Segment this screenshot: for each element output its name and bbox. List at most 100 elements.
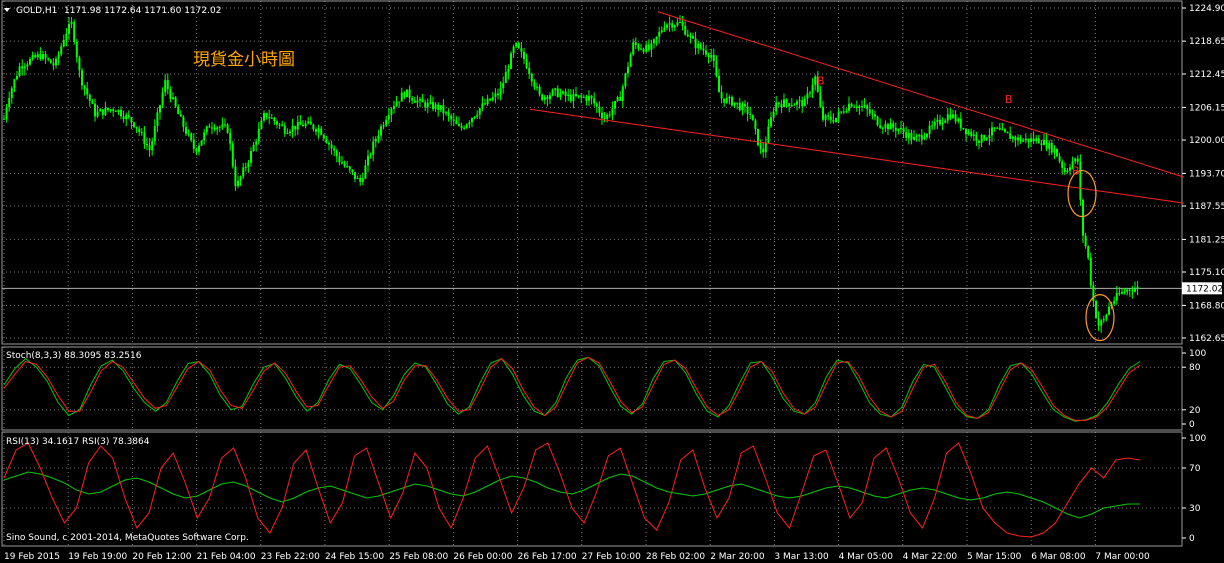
candle-body (965, 128, 967, 135)
candle-body (980, 134, 983, 143)
candle-body (458, 123, 460, 126)
candle-body (447, 112, 450, 116)
candle-body (692, 36, 694, 39)
chart-area[interactable]: B B B 19 Feb 2015 19 Feb 19:00 20 Feb 12:00 2… (0, 0, 1224, 563)
candle-body (107, 107, 109, 111)
candle-body (653, 39, 655, 44)
candle-body (809, 92, 811, 94)
candle-body (273, 117, 276, 122)
candle-body (330, 144, 333, 149)
candle-body (62, 40, 65, 47)
candle-body (1123, 291, 1126, 293)
y-tick-label: 30 (1189, 504, 1201, 514)
candle-body (910, 133, 913, 140)
candle-body (918, 134, 921, 137)
candle-body (200, 140, 203, 146)
candle-body (915, 136, 918, 138)
candle-body (1037, 138, 1040, 144)
candle-body (359, 177, 362, 182)
candle-body (471, 118, 473, 123)
candle-body (289, 131, 291, 133)
candle-body (34, 54, 37, 58)
panel-frames (1, 0, 1183, 547)
candle-body (985, 138, 988, 140)
candle-body (647, 44, 650, 50)
candle-body (1069, 167, 1071, 171)
candle-body (889, 123, 892, 130)
candle-body (814, 76, 817, 85)
candle-body (920, 134, 923, 140)
dropdown-triangle-icon[interactable] (4, 8, 10, 12)
candle-body (510, 53, 512, 69)
candle-body (723, 98, 726, 103)
candle-body (304, 123, 307, 127)
candle-body (666, 24, 668, 28)
x-tick-label: 19 Feb 19:00 (68, 552, 127, 562)
candle-body (1084, 235, 1087, 247)
candle-body (582, 96, 585, 98)
candle-body (52, 63, 55, 66)
candle-body (445, 112, 447, 114)
candle-body (845, 110, 848, 113)
candle-body (94, 103, 96, 117)
candle-body (120, 109, 122, 117)
x-tick-label: 6 Mar 08:00 (1031, 552, 1086, 562)
candle-body (523, 51, 525, 60)
candle-body (803, 98, 806, 107)
candle-body (1004, 129, 1006, 132)
x-tick-label: 3 Mar 13:00 (774, 552, 829, 562)
candle-body (81, 70, 83, 86)
candle-body (751, 114, 754, 121)
candle-body (1048, 142, 1051, 149)
candle-body (848, 103, 850, 111)
candle-body (385, 119, 388, 126)
candle-body (216, 127, 219, 130)
candle-body (325, 138, 328, 143)
candle-body (130, 117, 133, 123)
candle-body (556, 88, 559, 97)
panel-border (1, 431, 1183, 547)
candle-body (941, 122, 944, 125)
candle-body (772, 111, 775, 118)
candle-body (970, 131, 973, 136)
x-tick-label: 7 Mar 00:00 (1095, 552, 1150, 562)
candle-body (18, 66, 21, 76)
candle-body (398, 101, 401, 103)
candle-body (294, 125, 297, 130)
candle-body (549, 95, 551, 100)
candle-body (21, 66, 24, 69)
candle-body (520, 48, 523, 52)
candle-body (536, 86, 538, 88)
candle-body (689, 36, 692, 38)
candle-body (543, 96, 546, 101)
candle-body (601, 112, 603, 118)
candle-body (988, 135, 991, 139)
candle-body (91, 100, 94, 104)
candle-body (715, 61, 718, 76)
x-tick-label: 2 Mar 20:00 (710, 552, 765, 562)
candle-body (725, 97, 728, 103)
candle-body (853, 106, 856, 108)
candle-body (842, 111, 845, 113)
candle-body (489, 98, 492, 101)
candle-body (681, 22, 684, 26)
candle-body (377, 135, 380, 140)
candle-body (5, 107, 8, 119)
candle-body (686, 34, 689, 37)
candle-body (1134, 288, 1136, 292)
candle-body (1014, 136, 1017, 141)
candle-body (829, 116, 832, 120)
candle-body (429, 101, 432, 103)
candle-body (1017, 137, 1019, 141)
candle-body (822, 106, 824, 120)
candle-body (364, 165, 367, 179)
candle-body (387, 114, 390, 120)
x-tick-label: 20 Feb 12:00 (132, 552, 191, 562)
candle-body (307, 121, 310, 124)
candle-body (819, 91, 822, 107)
candle-body (790, 105, 793, 107)
candle-body (928, 125, 931, 134)
y-tick-label: 1162.65 (1189, 334, 1224, 344)
candle-body (23, 66, 26, 69)
candle-body (884, 124, 887, 129)
